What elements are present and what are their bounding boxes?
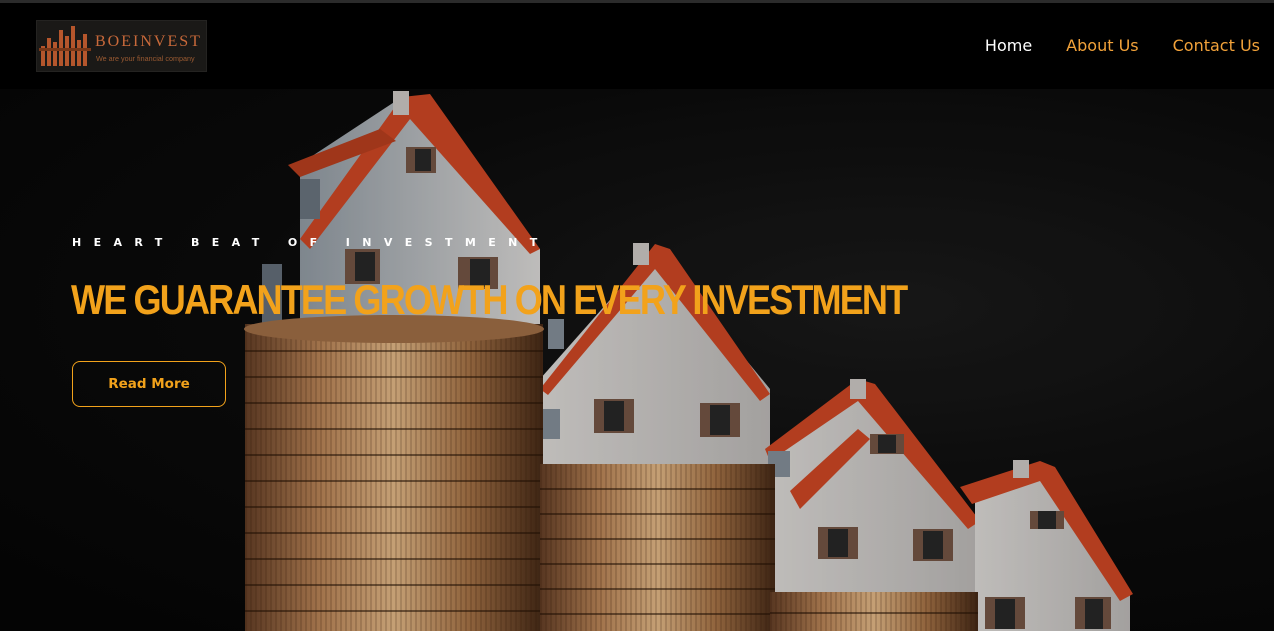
hero-dim-overlay	[0, 89, 1274, 631]
logo-tagline: We are your financial company	[96, 54, 195, 63]
nav-home[interactable]: Home	[985, 36, 1032, 55]
logo-brand: BOEINVEST	[95, 33, 202, 50]
nav-contact-us[interactable]: Contact Us	[1173, 36, 1260, 55]
logo[interactable]: BOEINVEST We are your financial company	[36, 20, 207, 72]
read-more-button[interactable]: Read More	[72, 361, 226, 407]
hero-eyebrow: HEART BEAT OF INVESTMENT	[72, 236, 550, 249]
nav-about-us[interactable]: About Us	[1066, 36, 1138, 55]
bar-chart-logo-icon	[39, 26, 91, 66]
site-header: BOEINVEST We are your financial company …	[0, 3, 1274, 89]
hero-headline: WE GUARANTEE GROWTH ON EVERY INVESTMENT	[71, 276, 908, 323]
main-nav: Home About Us Contact Us	[985, 36, 1260, 55]
hero-section: HEART BEAT OF INVESTMENT WE GUARANTEE GR…	[0, 89, 1274, 631]
